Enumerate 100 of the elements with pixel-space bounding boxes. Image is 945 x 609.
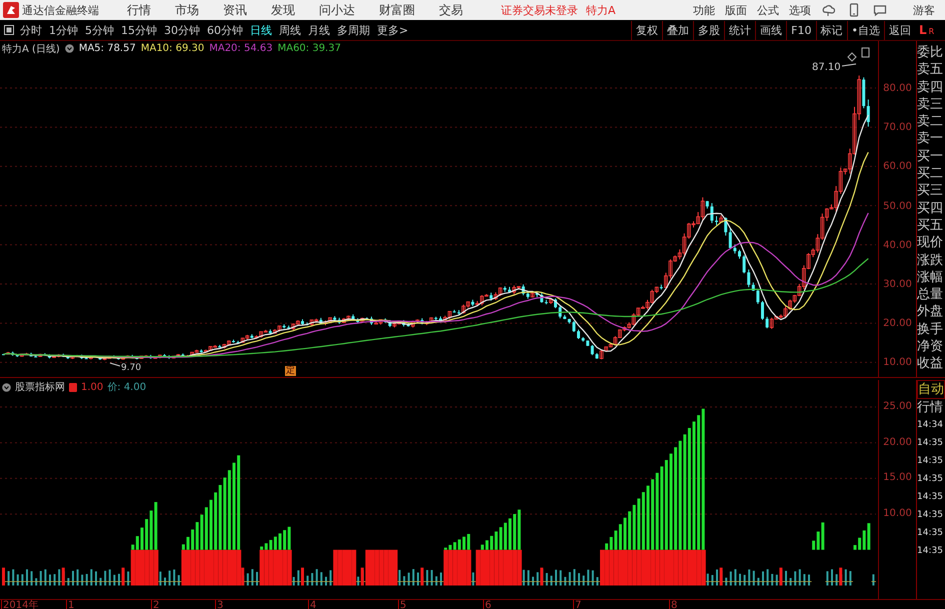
quote-label: 买五 [917, 216, 944, 234]
trade-time: 14:34 [917, 419, 944, 432]
menu-item[interactable]: 发现 [271, 2, 295, 18]
ma-value: MA5: 78.57 [78, 43, 136, 54]
menu-item[interactable]: 资讯 [223, 2, 247, 18]
trade-time: 14:35 [917, 491, 944, 504]
toolbar-button[interactable]: 统计 [724, 20, 756, 40]
period-tab[interactable]: 更多> [377, 22, 408, 38]
axis-label: 10.00 [882, 507, 913, 522]
low-price-note: 9.70 [121, 363, 142, 373]
dropdown-icon[interactable] [64, 44, 74, 53]
trade-time: 14:35 [917, 437, 944, 450]
corner-label[interactable]: L [919, 23, 927, 37]
menu-item[interactable]: 财富圈 [379, 2, 415, 18]
quote-label: 换手 [917, 320, 944, 338]
panel-tab[interactable]: 自动 [917, 380, 945, 399]
menu-item[interactable]: 交易 [439, 2, 463, 18]
period-tab[interactable]: 多周期 [337, 22, 370, 38]
indicator-value: 1.00 [81, 382, 104, 392]
quote-label: 卖五 [917, 61, 944, 79]
period-tab[interactable]: 1分钟 [49, 22, 78, 38]
axis-label: 70.00 [882, 121, 913, 136]
quote-label: 收益 [917, 355, 944, 373]
panel-tab[interactable]: 行情 [917, 399, 945, 416]
axis-label: 6 [483, 600, 492, 609]
leader-line [842, 64, 856, 66]
period-tab[interactable]: 周线 [279, 22, 301, 38]
axis-label: 1 [66, 600, 74, 609]
menu-item[interactable]: 问小达 [319, 2, 355, 18]
window-icon[interactable] [4, 25, 14, 35]
axis-label: 20.00 [882, 317, 913, 332]
axis-label: 5 [398, 600, 406, 609]
chart-title: 特力A (日线) [2, 42, 60, 56]
trade-time: 14:35 [917, 527, 944, 540]
menu-item[interactable]: 公式 [757, 2, 779, 18]
axis-label: 2014年 [1, 600, 38, 609]
quote-label: 卖四 [917, 78, 944, 96]
menu-item[interactable]: 选项 [789, 2, 811, 18]
toolbar-button[interactable]: 标记 [816, 20, 846, 40]
event-marker[interactable]: 定 [285, 366, 296, 376]
trade-time: 14:35 [917, 473, 944, 486]
quote-label: 卖二 [917, 113, 944, 130]
trade-time: 14:35 [917, 545, 944, 558]
login-status: 证券交易未登录 [501, 2, 578, 18]
axis-label: 60.00 [882, 160, 913, 174]
period-tab[interactable]: 15分钟 [121, 22, 157, 38]
quote-label: 买二 [917, 165, 944, 182]
marker-icon [69, 382, 77, 392]
indicator-title: 股票指标网 [15, 380, 65, 394]
period-tab[interactable]: 60分钟 [207, 22, 243, 38]
panel-icon[interactable] [862, 48, 870, 58]
quote-label: 涨幅 [917, 268, 944, 286]
trade-time: 14:35 [917, 509, 944, 522]
toolbar-button[interactable]: 叠加 [662, 20, 694, 40]
quote-label: 卖一 [917, 130, 944, 148]
stock-name: 特力A [586, 2, 616, 18]
ma-value: MA20: 54.63 [209, 43, 273, 54]
message-icon[interactable] [873, 3, 887, 17]
axis-label: 40.00 [882, 238, 913, 253]
axis-label: 3 [215, 600, 224, 609]
quote-label: 买一 [917, 148, 944, 166]
cloud-icon[interactable] [821, 3, 835, 17]
menu-item[interactable]: 功能 [693, 2, 715, 18]
axis-label: 15.00 [882, 471, 913, 486]
dropdown-icon[interactable] [2, 382, 11, 392]
period-tab[interactable]: 30分钟 [164, 22, 200, 38]
toolbar-button[interactable]: 复权 [631, 20, 662, 40]
period-tab[interactable]: 日线 [250, 22, 272, 38]
menu-item[interactable]: 市场 [175, 2, 199, 18]
ma-value: MA10: 69.30 [140, 43, 204, 54]
toolbar-button[interactable]: 画线 [755, 20, 786, 40]
quote-label: 涨跌 [917, 252, 944, 269]
menu-item[interactable]: 版面 [725, 2, 747, 18]
axis-label: 2 [151, 600, 160, 609]
quote-label: 外盘 [917, 303, 944, 321]
corner-label[interactable]: R [928, 27, 934, 36]
period-tab[interactable]: 5分钟 [85, 22, 114, 38]
period-tab[interactable]: 分时 [20, 22, 42, 38]
axis-label: 25.00 [882, 400, 913, 414]
menu-item[interactable]: 行情 [127, 2, 151, 18]
ma-value: MA60: 39.37 [278, 43, 341, 54]
toolbar-button[interactable]: 返回 [884, 20, 915, 40]
phone-icon[interactable] [847, 3, 861, 17]
axis-label: 20.00 [882, 436, 913, 450]
quote-label: 卖三 [917, 96, 944, 114]
logo-icon [3, 2, 19, 18]
indicator-value: 价: 4.00 [107, 381, 146, 394]
toolbar-button[interactable]: F10 [786, 20, 816, 40]
quote-label: 总量 [917, 286, 944, 304]
axis-label: 10.00 [882, 356, 913, 370]
axis-label: 30.00 [882, 278, 913, 292]
axis-label: 80.00 [882, 82, 913, 96]
toolbar-button[interactable]: •自选 [846, 20, 884, 40]
period-tab[interactable]: 月线 [308, 22, 330, 38]
diamond-icon[interactable] [847, 52, 857, 62]
axis-label: 8 [669, 600, 678, 609]
axis-label: 7 [573, 600, 582, 609]
user-label[interactable]: 游客 [913, 2, 935, 18]
toolbar-button[interactable]: 多股 [693, 20, 724, 40]
quote-label: 买四 [917, 200, 944, 217]
